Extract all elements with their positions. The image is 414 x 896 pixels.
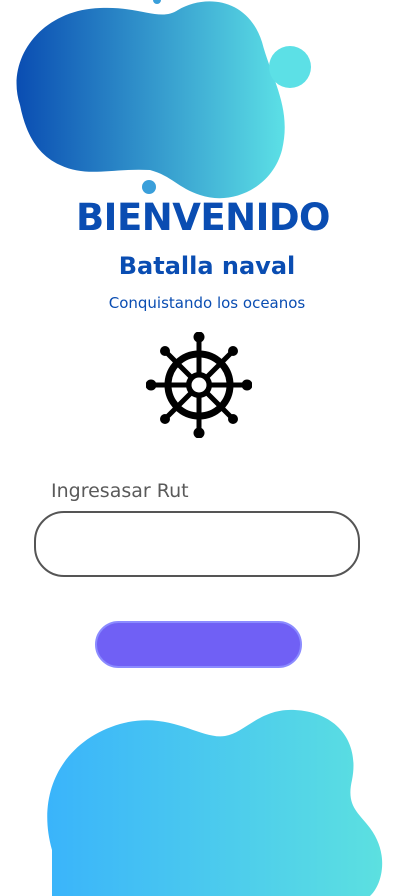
ship-wheel-icon <box>146 332 252 438</box>
rut-input[interactable] <box>34 511 360 577</box>
bottom-decorative-blob <box>47 709 383 896</box>
app-title: Batalla naval <box>118 252 296 280</box>
top-decorative-blob <box>16 0 311 199</box>
welcome-heading: BIENVENIDO <box>75 196 331 239</box>
app-subtitle: Conquistando los oceanos <box>108 294 306 312</box>
submit-button[interactable] <box>95 621 302 668</box>
rut-label: Ingresasar Rut <box>51 480 189 502</box>
